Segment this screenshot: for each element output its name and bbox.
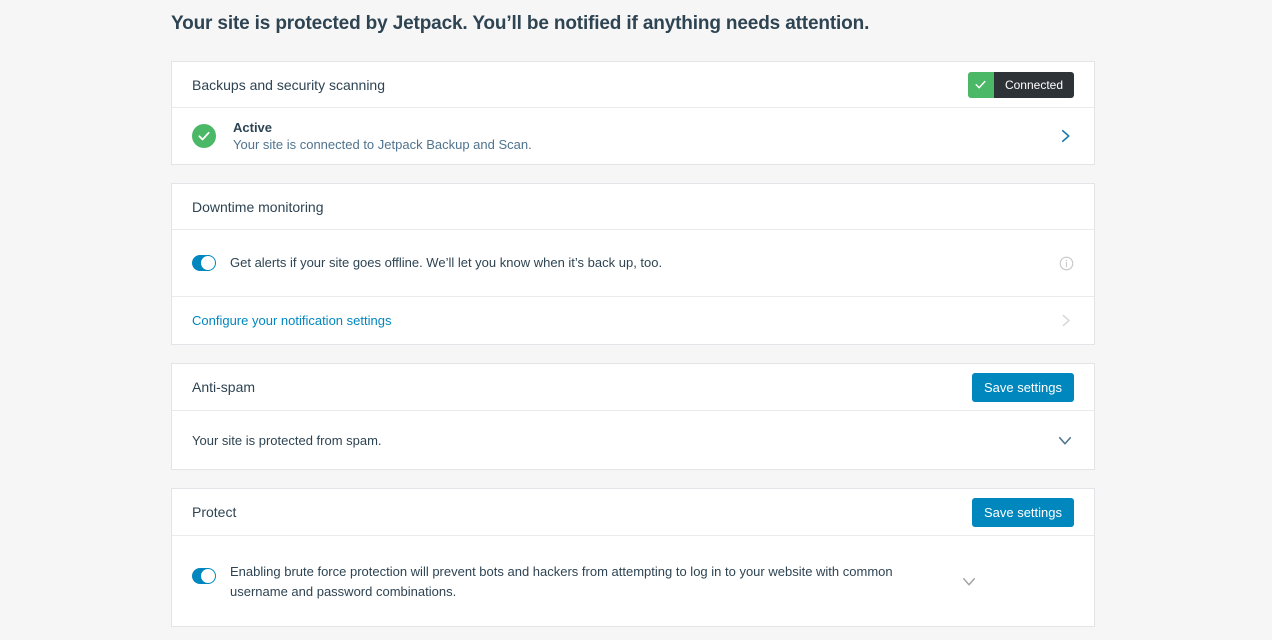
anti-spam-status-text: Your site is protected from spam. xyxy=(192,433,382,448)
anti-spam-status-row[interactable]: Your site is protected from spam. xyxy=(172,411,1094,469)
status-badge-connected: Connected xyxy=(968,72,1074,98)
backups-status-row[interactable]: Active Your site is connected to Jetpack… xyxy=(172,108,1094,164)
configure-notifications-link[interactable]: Configure your notification settings xyxy=(192,313,391,328)
downtime-toggle-label: Get alerts if your site goes offline. We… xyxy=(230,253,1059,273)
chevron-down-icon[interactable] xyxy=(1056,431,1074,449)
backups-status-text: Active Your site is connected to Jetpack… xyxy=(233,119,1056,154)
downtime-toggle-row: Get alerts if your site goes offline. We… xyxy=(172,230,1094,296)
protect-toggle-label: Enabling brute force protection will pre… xyxy=(230,560,960,602)
chevron-right-icon[interactable] xyxy=(1057,312,1074,329)
settings-cards-list: Backups and security scanning Connected … xyxy=(171,61,1095,640)
jetpack-security-page: Your site is protected by Jetpack. You’l… xyxy=(0,0,1272,640)
card-protect: Protect Save settings Enabling brute for… xyxy=(171,488,1095,627)
backups-status-description: Your site is connected to Jetpack Backup… xyxy=(233,136,1056,154)
info-icon[interactable] xyxy=(1059,256,1074,271)
brute-force-protection-toggle[interactable] xyxy=(192,568,216,584)
card-title-anti-spam: Anti-spam xyxy=(192,379,255,395)
card-title-downtime: Downtime monitoring xyxy=(192,199,324,215)
chevron-down-icon[interactable] xyxy=(960,572,978,590)
check-circle-icon xyxy=(192,124,216,148)
protect-toggle-row: Enabling brute force protection will pre… xyxy=(172,536,1094,626)
card-backups-and-security-scanning: Backups and security scanning Connected … xyxy=(171,61,1095,165)
check-icon xyxy=(968,72,994,98)
toggle-knob xyxy=(201,569,215,583)
card-anti-spam: Anti-spam Save settings Your site is pro… xyxy=(171,363,1095,470)
page-title: Your site is protected by Jetpack. You’l… xyxy=(171,13,869,35)
card-header-downtime: Downtime monitoring xyxy=(172,184,1094,230)
card-header-backups: Backups and security scanning Connected xyxy=(172,62,1094,108)
card-header-anti-spam: Anti-spam Save settings xyxy=(172,364,1094,411)
card-title-backups: Backups and security scanning xyxy=(192,77,385,93)
backups-status-title: Active xyxy=(233,119,1056,136)
save-settings-button-anti-spam[interactable]: Save settings xyxy=(972,373,1074,402)
chevron-right-icon[interactable] xyxy=(1056,127,1074,145)
card-header-protect: Protect Save settings xyxy=(172,489,1094,536)
toggle-knob xyxy=(201,256,215,270)
configure-notifications-row[interactable]: Configure your notification settings xyxy=(172,296,1094,344)
save-settings-button-protect[interactable]: Save settings xyxy=(972,498,1074,527)
downtime-monitoring-toggle[interactable] xyxy=(192,255,216,271)
card-downtime-monitoring: Downtime monitoring Get alerts if your s… xyxy=(171,183,1095,345)
status-badge-label: Connected xyxy=(994,72,1074,98)
card-title-protect: Protect xyxy=(192,504,236,520)
